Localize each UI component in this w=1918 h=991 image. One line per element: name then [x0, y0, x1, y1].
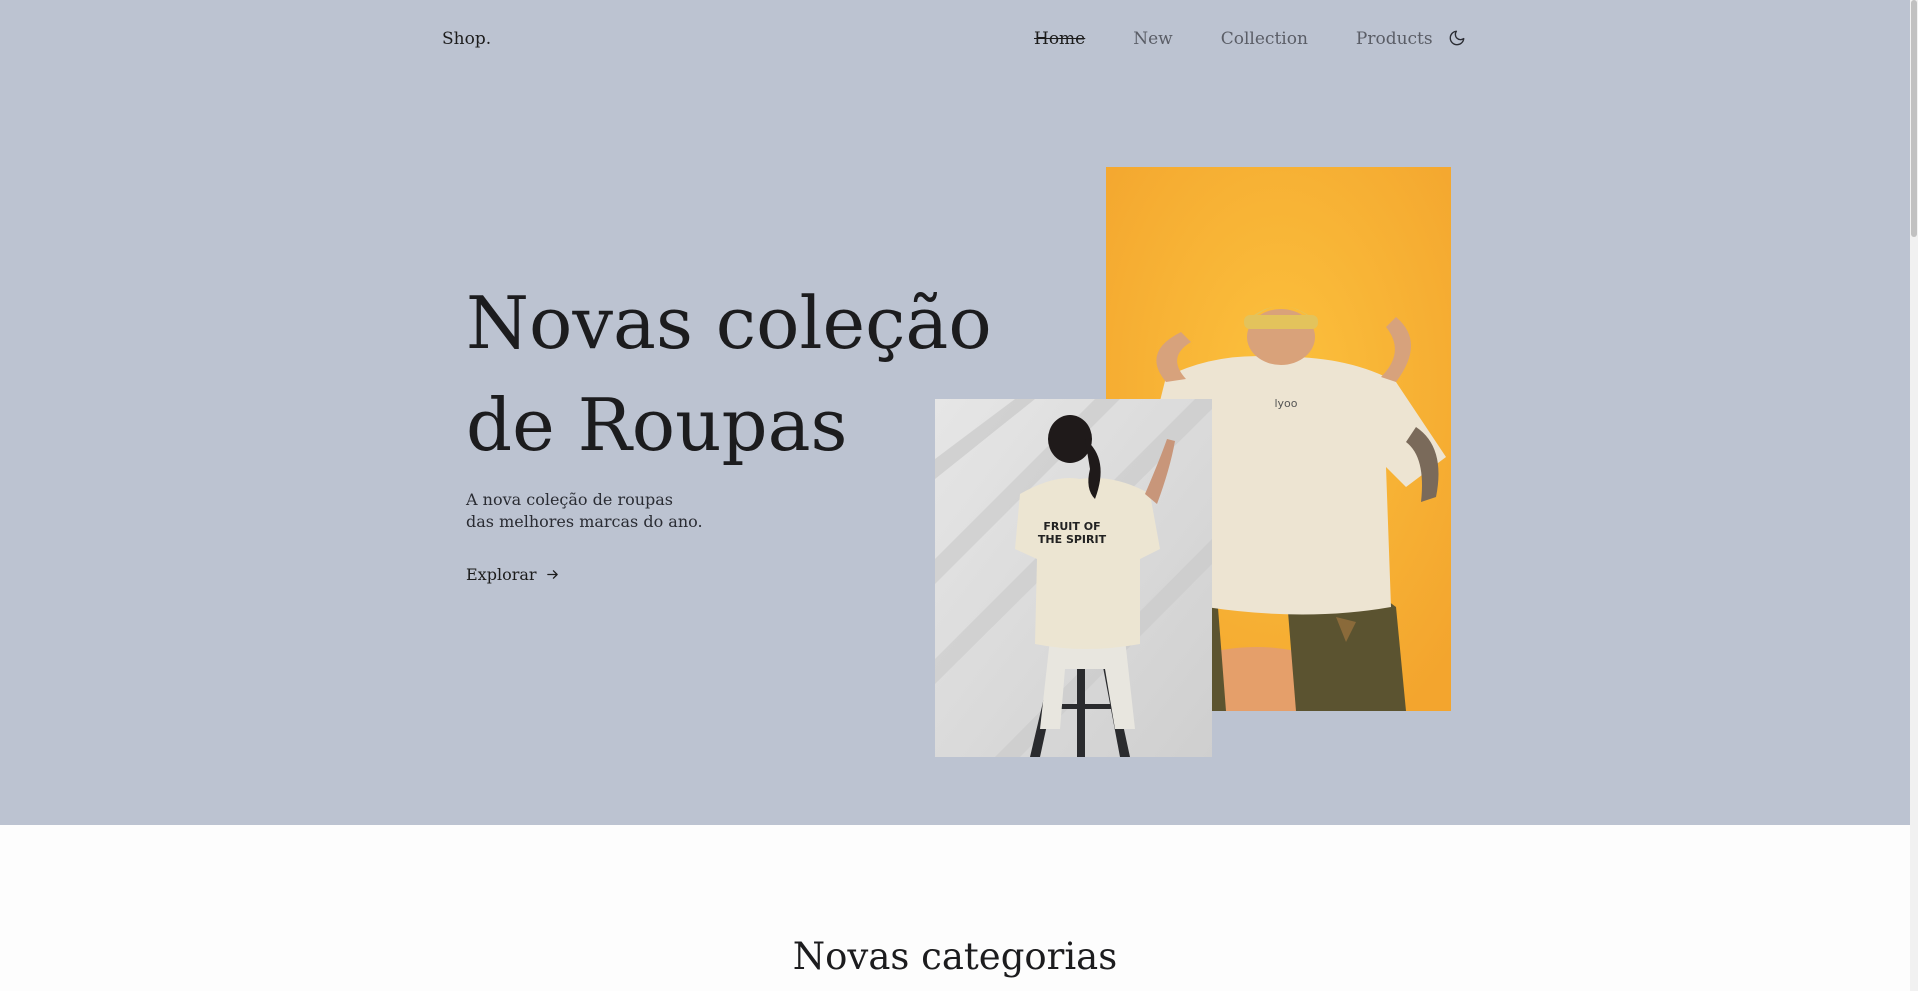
hero-description-line: das melhores marcas do ano. — [466, 512, 703, 531]
moon-icon[interactable] — [1448, 29, 1466, 47]
logo[interactable]: Shop. — [442, 29, 491, 49]
scrollbar[interactable] — [1910, 0, 1918, 991]
hero-description-line: A nova coleção de roupas — [466, 490, 674, 509]
hero-title-line: Novas coleção — [466, 281, 992, 365]
shirt-print-line: FRUIT OF — [1043, 520, 1100, 533]
nav-home[interactable]: Home — [1034, 29, 1085, 49]
nav-products[interactable]: Products — [1356, 29, 1433, 49]
shirt-print-line: THE SPIRIT — [1038, 533, 1107, 546]
nav-collection[interactable]: Collection — [1221, 29, 1308, 49]
categories-title: Novas categorias — [792, 935, 1118, 978]
hero-description: A nova coleção de roupas das melhores ma… — [466, 489, 703, 533]
hero-image-white: FRUIT OF THE SPIRIT — [935, 399, 1212, 757]
explore-label: Explorar — [466, 565, 537, 584]
main-nav: Home New Collection Products — [1034, 29, 1481, 49]
explore-button[interactable]: Explorar — [466, 565, 559, 584]
nav-new[interactable]: New — [1133, 29, 1173, 49]
shirt-brand-text: lyoo — [1274, 397, 1297, 410]
scrollbar-thumb[interactable] — [1911, 0, 1917, 237]
arrow-right-icon — [546, 570, 558, 579]
